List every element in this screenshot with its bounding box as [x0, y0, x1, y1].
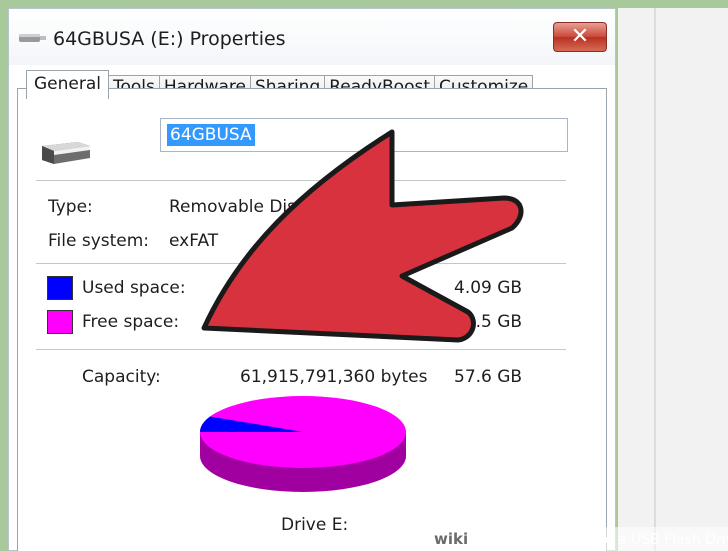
free-space-swatch [47, 310, 73, 334]
used-space-label: Used space: [82, 278, 186, 298]
used-space-swatch [47, 276, 73, 300]
divider [36, 263, 566, 264]
tab-general[interactable]: General [26, 70, 109, 99]
divider [36, 180, 566, 181]
disk-usage-pie [200, 396, 406, 492]
filesystem-label: File system: [48, 231, 150, 251]
free-space-label: Free space: [82, 312, 180, 332]
capacity-bytes: 61,915,791,360 bytes [240, 367, 428, 387]
watermark: wikiHow to Save Files to a USB Flash Dri… [428, 527, 728, 551]
volume-name-selected-text: 64GBUSA [167, 124, 255, 146]
free-space-gb: 53.5 GB [454, 312, 523, 332]
used-space-gb: 4.09 GB [454, 278, 523, 298]
usb-drive-icon [42, 142, 90, 164]
drive-label: Drive E: [281, 515, 349, 535]
background-divider [654, 8, 656, 551]
filesystem-value: exFAT [169, 231, 219, 251]
type-value: Removable Disk [169, 197, 306, 217]
capacity-label: Capacity: [82, 367, 161, 387]
close-button[interactable]: ✕ [553, 22, 607, 52]
usb-drive-icon [19, 34, 46, 42]
window-title: 64GBUSA (E:) Properties [53, 28, 286, 50]
close-icon: ✕ [570, 24, 590, 49]
volume-name-input[interactable]: 64GBUSA [160, 118, 568, 152]
divider [36, 349, 566, 350]
title-bar[interactable]: 64GBUSA (E:) Properties ✕ [9, 9, 615, 65]
capacity-gb: 57.6 GB [454, 367, 523, 387]
watermark-site: wiki [434, 530, 469, 548]
type-label: Type: [48, 197, 93, 217]
background-window [618, 8, 728, 551]
watermark-how: How [468, 532, 503, 548]
watermark-rest: to Save Files to a USB Flash Drive [502, 532, 728, 548]
